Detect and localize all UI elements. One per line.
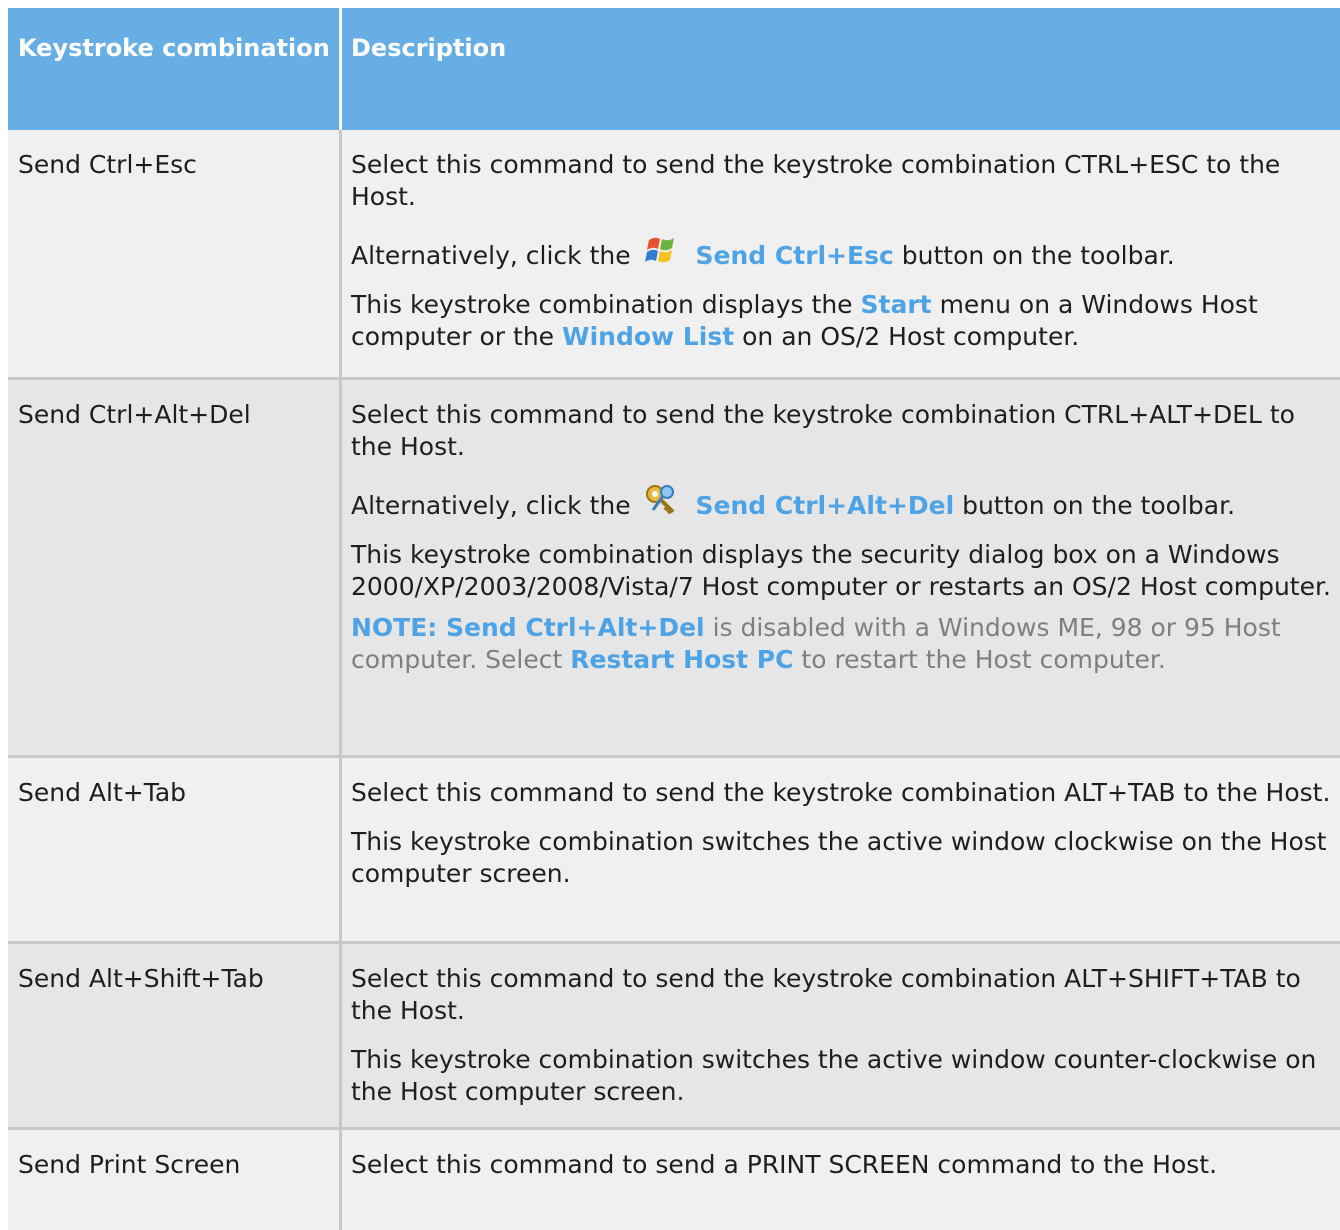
table-row: Send Alt+Tab Select this command to send… <box>8 758 1340 944</box>
restart-host-pc-term: Restart Host PC <box>570 645 794 674</box>
keystroke-cell: Send Ctrl+Alt+Del <box>8 380 342 755</box>
keystroke-cell: Send Alt+Tab <box>8 758 342 941</box>
keystroke-cell: Send Alt+Shift+Tab <box>8 944 342 1127</box>
description-cell: Select this command to send the keystrok… <box>342 758 1340 941</box>
header-keystroke-combination: Keystroke combination <box>8 8 342 130</box>
start-menu-term: Start <box>860 290 932 319</box>
description-cell: Select this command to send the keystrok… <box>342 380 1340 755</box>
description-text: This keystroke combination switches the … <box>351 1045 1317 1106</box>
description-text: This keystroke combination switches the … <box>351 827 1327 888</box>
description-text: Select this command to send the keystrok… <box>351 964 1301 1025</box>
table-row: Send Alt+Shift+Tab Select this command t… <box>8 944 1340 1130</box>
description-text: This keystroke combination displays the … <box>351 289 1340 353</box>
note-label: NOTE: Send Ctrl+Alt+Del <box>351 613 705 642</box>
description-text: Select this command to send the keystrok… <box>351 400 1295 461</box>
description-cell: Select this command to send the keystrok… <box>342 130 1340 377</box>
window-list-term: Window List <box>562 322 735 351</box>
note-text: NOTE: Send Ctrl+Alt+Del is disabled with… <box>351 612 1340 676</box>
toolbar-hint: Alternatively, click the Send Ctrl+Alt+D… <box>351 480 1340 522</box>
table-row: Send Print Screen Select this command to… <box>8 1130 1340 1230</box>
hint-suffix: button on the toolbar. <box>962 491 1236 520</box>
text-segment: This keystroke combination displays the <box>351 290 853 319</box>
keystroke-cell: Send Ctrl+Esc <box>8 130 342 377</box>
text-segment: to restart the Host computer. <box>801 645 1166 674</box>
description-text: This keystroke combination displays the … <box>351 540 1331 601</box>
windows-start-icon <box>641 230 681 270</box>
description-text: Select this command to send the keystrok… <box>351 150 1281 211</box>
table-header-row: Keystroke combination Description <box>8 8 1340 130</box>
send-ctrl-alt-del-link[interactable]: Send Ctrl+Alt+Del <box>696 491 955 520</box>
description-cell: Select this command to send a PRINT SCRE… <box>342 1130 1340 1230</box>
text-segment: on an OS/2 Host computer. <box>742 322 1080 351</box>
keys-icon <box>641 480 681 520</box>
keystroke-cell: Send Print Screen <box>8 1130 342 1230</box>
keystroke-table: Keystroke combination Description Send C… <box>8 8 1340 1230</box>
send-ctrl-esc-link[interactable]: Send Ctrl+Esc <box>696 241 894 270</box>
toolbar-hint: Alternatively, click the Send Ctrl+Esc b… <box>351 230 1340 272</box>
description-cell: Select this command to send the keystrok… <box>342 944 1340 1127</box>
hint-prefix: Alternatively, click the <box>351 241 631 270</box>
description-text: Select this command to send the keystrok… <box>351 778 1331 807</box>
table-row: Send Ctrl+Esc Select this command to sen… <box>8 130 1340 380</box>
table-row: Send Ctrl+Alt+Del Select this command to… <box>8 380 1340 758</box>
hint-suffix: button on the toolbar. <box>901 241 1175 270</box>
hint-prefix: Alternatively, click the <box>351 491 631 520</box>
description-text: Select this command to send a PRINT SCRE… <box>351 1150 1218 1179</box>
header-description: Description <box>342 8 1340 130</box>
